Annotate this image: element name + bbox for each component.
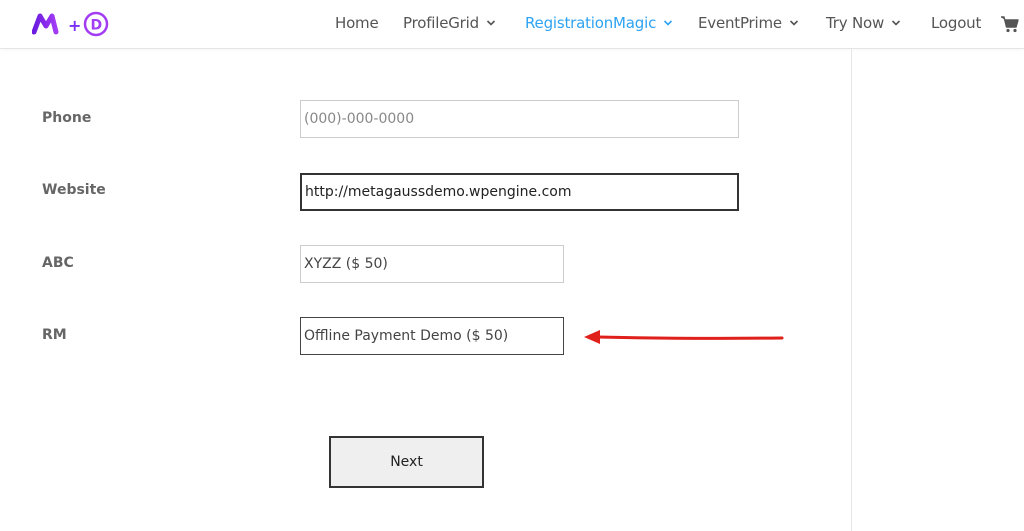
nav-item-label: Home [335,14,379,32]
chevron-down-icon [486,20,495,26]
chevron-down-icon [891,20,901,26]
nav-item-label: ProfileGrid [403,14,479,32]
rm-label: RM [42,327,67,343]
chevron-down-icon [664,20,673,26]
nav-item-label: Logout [931,14,982,32]
next-button[interactable]: Next [329,436,484,488]
site-header: + D Home ProfileGrid RegistrationMagic E… [0,0,1024,48]
phone-label: Phone [42,110,92,126]
svg-text:D: D [91,18,103,34]
sidebar-divider [851,48,852,531]
svg-text:+: + [68,16,81,35]
next-button-label: Next [390,454,423,470]
website-field[interactable]: http://metagaussdemo.wpengine.com [300,173,739,211]
abc-value: XYZZ ($ 50) [304,256,388,272]
nav-item-eventprime[interactable]: EventPrime [698,14,799,32]
chevron-down-icon [789,20,799,26]
nav-item-label: Try Now [826,14,885,32]
red-arrow-annotation-icon [584,330,784,344]
rm-field[interactable]: Offline Payment Demo ($ 50) [300,317,564,355]
shopping-cart-icon[interactable] [1000,15,1020,33]
website-value: http://metagaussdemo.wpengine.com [305,184,572,200]
rm-value: Offline Payment Demo ($ 50) [304,328,509,344]
abc-label: ABC [42,255,74,271]
nav-item-label: EventPrime [698,14,782,32]
site-logo-icon[interactable]: + D [32,10,112,38]
abc-field[interactable]: XYZZ ($ 50) [300,245,564,283]
phone-field[interactable]: (000)-000-0000 [300,100,739,138]
nav-item-label: RegistrationMagic [525,14,657,32]
nav-item-registrationmagic[interactable]: RegistrationMagic [525,14,673,32]
website-label: Website [42,182,106,198]
phone-placeholder: (000)-000-0000 [304,111,415,127]
nav-item-logout[interactable]: Logout [931,14,981,32]
nav-item-home[interactable]: Home [335,14,379,32]
nav-item-profilegrid[interactable]: ProfileGrid [403,14,496,32]
nav-item-try-now[interactable]: Try Now [826,14,901,32]
